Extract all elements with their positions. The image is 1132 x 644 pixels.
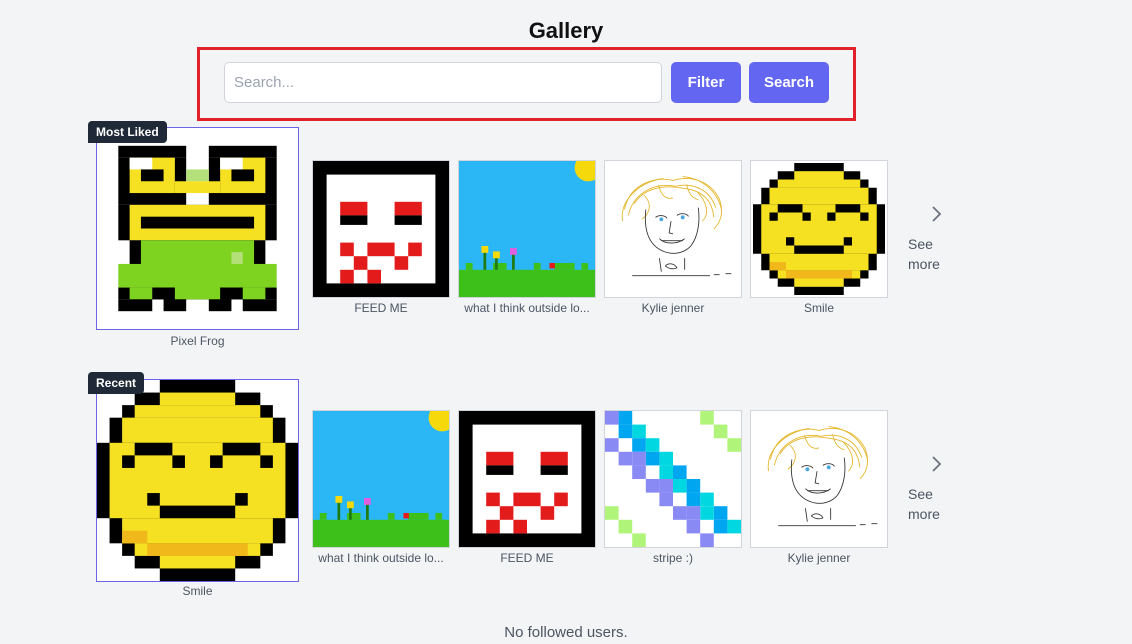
search-button[interactable]: Search: [749, 62, 829, 103]
smiley-pixel-art-icon: [751, 161, 887, 297]
artwork-thumb[interactable]: [312, 160, 450, 298]
filter-button[interactable]: Filter: [671, 62, 741, 103]
featured-caption: Pixel Frog: [170, 334, 225, 348]
artwork-caption: stripe :): [652, 551, 693, 565]
search-input[interactable]: [224, 62, 662, 103]
artwork-thumb[interactable]: [604, 160, 742, 298]
face-sketch-icon: [605, 161, 741, 297]
most-liked-badge: Most Liked: [88, 121, 167, 143]
mask-pixel-art-icon: [313, 161, 449, 297]
artwork-thumb[interactable]: [458, 160, 596, 298]
see-more-line-2: more: [908, 506, 940, 522]
artwork-caption: FEED ME: [500, 551, 554, 565]
artwork-thumb[interactable]: [458, 410, 596, 548]
page-title: Gallery: [528, 18, 604, 43]
artwork-caption: Smile: [803, 301, 834, 315]
featured-caption: Smile: [182, 584, 213, 598]
artwork-caption: what I think outside lo...: [464, 301, 590, 315]
no-followed-users-message: No followed users.: [504, 624, 628, 641]
landscape-pixel-art-icon: [459, 161, 595, 297]
recent-badge: Recent: [88, 372, 145, 394]
mask-pixel-art-icon: [459, 411, 595, 547]
artwork-thumb[interactable]: [312, 410, 450, 548]
artwork-thumb[interactable]: [750, 160, 888, 298]
see-more-line-2: more: [908, 256, 940, 272]
face-sketch-icon: [751, 411, 887, 547]
artwork-caption: Kylie jenner: [787, 551, 851, 565]
frog-pixel-art-icon: [97, 128, 298, 329]
chevron-right-icon[interactable]: [930, 205, 942, 223]
smiley-pixel-art-icon: [97, 380, 298, 581]
landscape-pixel-art-icon: [313, 411, 449, 547]
artwork-thumb[interactable]: [750, 410, 888, 548]
featured-artwork-smile[interactable]: [96, 379, 299, 582]
artwork-caption: Kylie jenner: [641, 301, 705, 315]
see-more-line-1: See: [908, 236, 933, 252]
see-more-line-1: See: [908, 486, 933, 502]
artwork-caption: FEED ME: [354, 301, 408, 315]
featured-artwork-pixel-frog[interactable]: [96, 127, 299, 330]
chevron-right-icon[interactable]: [930, 455, 942, 473]
artwork-caption: what I think outside lo...: [318, 551, 444, 565]
artwork-thumb[interactable]: [604, 410, 742, 548]
see-more-link[interactable]: See more: [908, 484, 940, 524]
see-more-link[interactable]: See more: [908, 234, 940, 274]
stripe-pixel-art-icon: [605, 411, 741, 547]
